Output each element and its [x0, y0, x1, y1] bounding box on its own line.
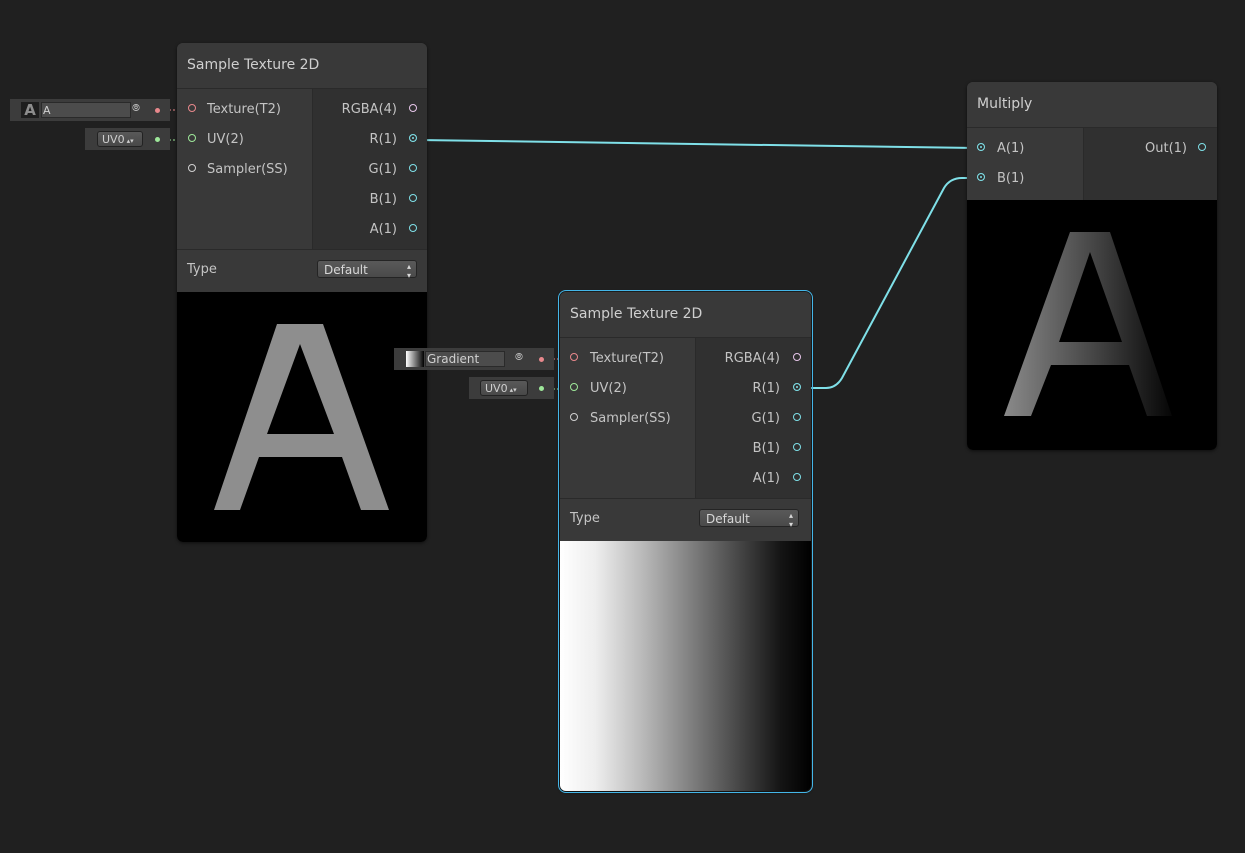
rgba-port-icon[interactable] [793, 353, 801, 361]
out-port-icon[interactable] [1198, 143, 1206, 151]
port-b-output[interactable]: B(1) [313, 185, 427, 215]
uv-output-dot [155, 137, 160, 142]
port-r-output[interactable]: R(1) [697, 374, 811, 404]
preview-multiply-result [967, 200, 1217, 450]
port-texture-input[interactable]: Texture(T2) [177, 95, 312, 125]
port-label: B(1) [997, 171, 1025, 186]
sampler-port-icon[interactable] [570, 413, 578, 421]
port-a-output[interactable]: A(1) [697, 464, 811, 494]
texture-output-dot [155, 108, 160, 113]
multiply-node[interactable]: Multiply A(1) B(1) Out(1) [967, 82, 1217, 450]
type-dropdown[interactable]: Default ▴ ▾ [317, 260, 417, 280]
sample-texture-2d-node-1[interactable]: Sample Texture 2D Texture(T2) UV(2) Samp… [177, 43, 427, 542]
port-uv-input[interactable]: UV(2) [560, 374, 695, 404]
port-label: G(1) [368, 162, 398, 177]
texture-port-icon[interactable] [570, 353, 578, 361]
a-port-icon[interactable] [793, 473, 801, 481]
port-out-output[interactable]: Out(1) [1084, 134, 1217, 164]
port-label: UV(2) [590, 381, 627, 396]
texture-output-dot [539, 357, 544, 362]
port-label: Sampler(SS) [590, 411, 671, 426]
port-label: B(1) [369, 192, 397, 207]
port-a-input[interactable]: A(1) [967, 134, 1083, 164]
port-b-output[interactable]: B(1) [697, 434, 811, 464]
texture-port-icon[interactable] [188, 104, 196, 112]
preview-texture-a [177, 292, 427, 542]
port-b-input[interactable]: B(1) [967, 164, 1083, 194]
g-port-icon[interactable] [409, 164, 417, 172]
type-row: Type Default ▴ ▾ [177, 249, 427, 290]
node-title[interactable]: Multiply [967, 82, 1217, 128]
texture-thumbnail-icon: A [21, 102, 39, 118]
uv-port-icon[interactable] [570, 383, 578, 391]
gradient-thumbnail-icon [406, 351, 424, 367]
type-dropdown[interactable]: Default ▴ ▾ [699, 509, 799, 529]
rgba-port-icon[interactable] [409, 104, 417, 112]
a-port-icon[interactable] [409, 224, 417, 232]
uv-field-1[interactable]: UV0 ▴▾ [85, 128, 170, 150]
r-port-icon[interactable] [409, 134, 417, 142]
b-input-port-icon[interactable] [977, 173, 985, 181]
type-label: Type [187, 262, 217, 277]
dropdown-arrows-icon: ▴▾ [126, 137, 134, 145]
object-picker-icon[interactable]: ⦾ [132, 103, 140, 114]
port-label: RGBA(4) [341, 102, 397, 117]
preview-texture-gradient [560, 541, 811, 791]
b-port-icon[interactable] [409, 194, 417, 202]
port-sampler-input[interactable]: Sampler(SS) [560, 404, 695, 434]
sample-texture-2d-node-2[interactable]: Sample Texture 2D Texture(T2) UV(2) Samp… [558, 290, 813, 793]
port-r-output[interactable]: R(1) [313, 125, 427, 155]
port-label: A(1) [369, 222, 397, 237]
texture-name: A [43, 104, 51, 117]
port-label: Texture(T2) [207, 102, 281, 117]
port-label: R(1) [752, 381, 780, 396]
dropdown-arrows-icon: ▴▾ [788, 511, 793, 529]
type-label: Type [570, 511, 600, 526]
dropdown-arrows-icon: ▴▾ [509, 386, 517, 394]
type-row: Type Default ▴ ▾ [560, 498, 811, 539]
port-sampler-input[interactable]: Sampler(SS) [177, 155, 312, 185]
edge-r-to-b[interactable] [802, 177, 976, 389]
port-uv-input[interactable]: UV(2) [177, 125, 312, 155]
port-label: A(1) [997, 141, 1025, 156]
port-label: Texture(T2) [590, 351, 664, 366]
port-rgba-output[interactable]: RGBA(4) [313, 95, 427, 125]
b-port-icon[interactable] [793, 443, 801, 451]
object-picker-icon[interactable]: ⦾ [515, 352, 523, 363]
r-port-icon[interactable] [793, 383, 801, 391]
g-port-icon[interactable] [793, 413, 801, 421]
port-rgba-output[interactable]: RGBA(4) [697, 344, 811, 374]
port-label: UV(2) [207, 132, 244, 147]
sampler-port-icon[interactable] [188, 164, 196, 172]
port-label: A(1) [752, 471, 780, 486]
port-label: R(1) [369, 132, 397, 147]
a-input-port-icon[interactable] [977, 143, 985, 151]
uv-output-dot [539, 386, 544, 391]
port-label: G(1) [751, 411, 781, 426]
dropdown-arrows-icon: ▴▾ [406, 262, 411, 280]
texture-name: Gradient [427, 352, 480, 366]
node-title[interactable]: Sample Texture 2D [177, 43, 427, 89]
port-label: Out(1) [1145, 141, 1187, 156]
port-g-output[interactable]: G(1) [697, 404, 811, 434]
port-label: B(1) [752, 441, 780, 456]
port-a-output[interactable]: A(1) [313, 215, 427, 245]
port-texture-input[interactable]: Texture(T2) [560, 344, 695, 374]
texture-field-1[interactable]: A A ⦾ [10, 99, 170, 121]
edge-r-to-a[interactable] [417, 139, 977, 149]
uv-dropdown-2[interactable]: UV0 ▴▾ [480, 380, 528, 396]
node-title[interactable]: Sample Texture 2D [560, 292, 811, 338]
uv-dropdown-1[interactable]: UV0 ▴▾ [97, 131, 143, 147]
uv-field-2[interactable]: UV0 ▴▾ [469, 377, 554, 399]
port-label: RGBA(4) [724, 351, 780, 366]
port-label: Sampler(SS) [207, 162, 288, 177]
uv-port-icon[interactable] [188, 134, 196, 142]
texture-field-2[interactable]: Gradient ⦾ [394, 348, 554, 370]
port-g-output[interactable]: G(1) [313, 155, 427, 185]
